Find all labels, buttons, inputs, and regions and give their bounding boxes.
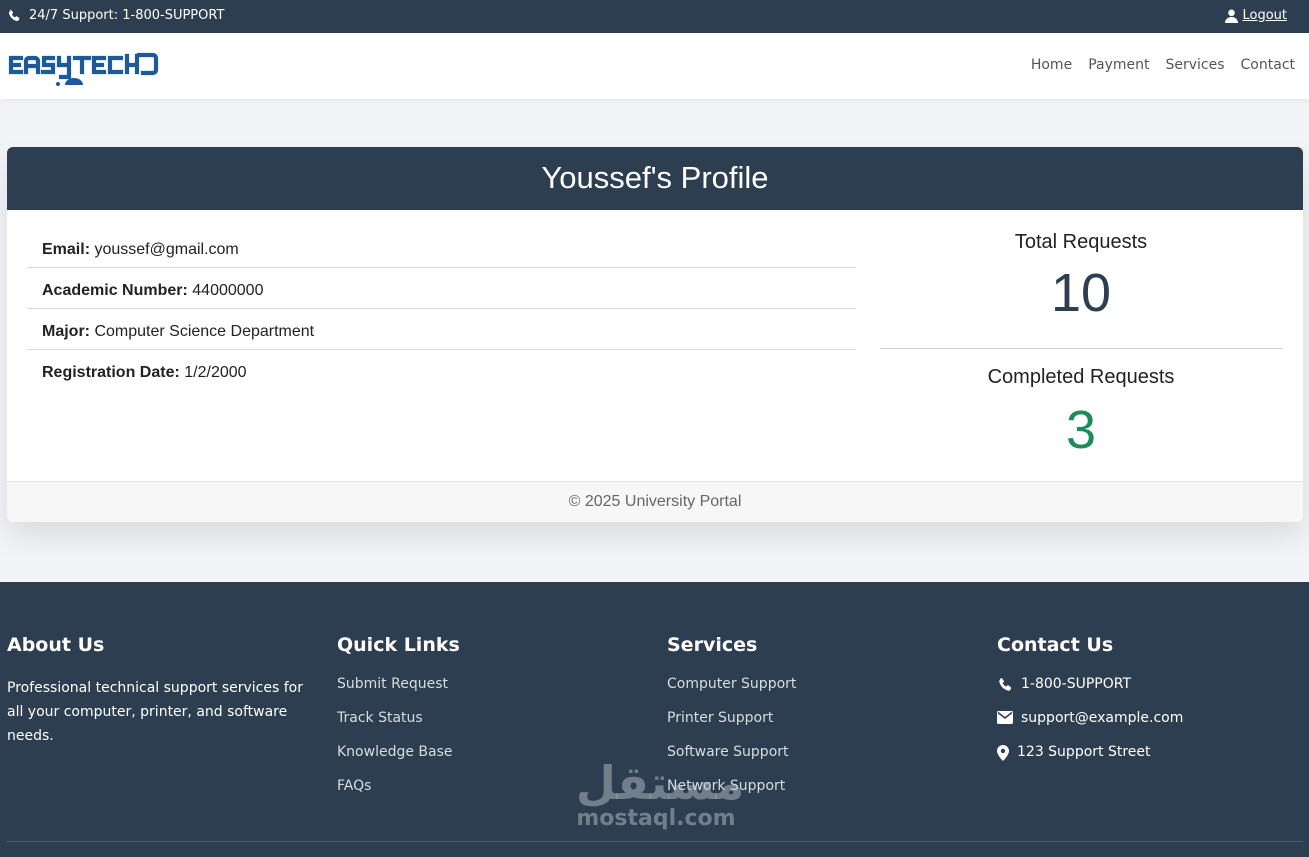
user-icon bbox=[1225, 9, 1239, 23]
footer-contact-heading: Contact Us bbox=[997, 634, 1114, 656]
info-value: youssef@gmail.com bbox=[94, 241, 239, 258]
envelope-icon bbox=[997, 711, 1013, 724]
logout-control[interactable]: Logout bbox=[1225, 8, 1287, 23]
footer-contact-email: support@example.com bbox=[997, 710, 1183, 744]
info-row-major: Major: Computer Science Department bbox=[27, 309, 856, 350]
profile-info-list: Email: youssef@gmail.com Academic Number… bbox=[27, 227, 856, 391]
footer-link-submit-request[interactable]: Submit Request bbox=[337, 676, 460, 710]
footer-contact-phone: 1-800-SUPPORT bbox=[997, 676, 1183, 710]
info-label: Registration Date: bbox=[42, 364, 180, 381]
total-requests-value: 10 bbox=[1050, 263, 1112, 323]
support-info: 24/7 Support: 1-800-SUPPORT bbox=[7, 8, 224, 23]
stats-divider bbox=[880, 348, 1282, 349]
nav-services[interactable]: Services bbox=[1165, 57, 1224, 73]
top-bar: 24/7 Support: 1-800-SUPPORT Logout bbox=[0, 0, 1309, 33]
watermark-arabic: مستقل bbox=[576, 756, 745, 810]
request-stats: Total Requests 10 Completed Requests 3 bbox=[880, 227, 1282, 457]
info-row-email: Email: youssef@gmail.com bbox=[27, 227, 856, 268]
footer-contact: Contact Us 1-800-SUPPORT support@example… bbox=[997, 634, 1183, 778]
completed-requests-stat: Completed Requests 3 bbox=[880, 366, 1282, 457]
footer-link-track-status[interactable]: Track Status bbox=[337, 710, 460, 744]
footer-about-text: Professional technical support services … bbox=[7, 680, 303, 744]
footer-quick-links: Quick Links Submit Request Track Status … bbox=[337, 634, 460, 812]
info-label: Academic Number: bbox=[42, 282, 188, 299]
footer-address-text: 123 Support Street bbox=[1017, 744, 1151, 760]
footer-phone-text: 1-800-SUPPORT bbox=[1021, 676, 1132, 692]
navbar: Home Payment Services Contact bbox=[0, 33, 1309, 99]
site-footer: About Us Professional technical support … bbox=[0, 582, 1309, 857]
profile-title: Youssef's Profile bbox=[541, 160, 769, 195]
footer-link-knowledge-base[interactable]: Knowledge Base bbox=[337, 744, 460, 778]
profile-card: Youssef's Profile Email: youssef@gmail.c… bbox=[7, 147, 1303, 522]
completed-requests-value: 3 bbox=[1065, 400, 1097, 460]
footer-about-heading: About Us bbox=[7, 634, 105, 656]
footer-link-printer-support[interactable]: Printer Support bbox=[667, 710, 796, 744]
easytech-logo[interactable] bbox=[7, 45, 159, 87]
logout-link[interactable]: Logout bbox=[1242, 8, 1287, 23]
mostaql-watermark: مستقل mostaql.com bbox=[576, 756, 745, 831]
info-row-academic-number: Academic Number: 44000000 bbox=[27, 268, 856, 309]
footer-email-text: support@example.com bbox=[1021, 710, 1184, 726]
footer-link-faqs[interactable]: FAQs bbox=[337, 778, 460, 812]
nav-contact[interactable]: Contact bbox=[1241, 57, 1295, 73]
info-value: 1/2/2000 bbox=[184, 364, 247, 381]
footer-link-computer-support[interactable]: Computer Support bbox=[667, 676, 796, 710]
info-label: Email: bbox=[42, 241, 91, 258]
info-value: 44000000 bbox=[192, 282, 264, 299]
completed-requests-label: Completed Requests bbox=[987, 366, 1175, 388]
profile-card-header: Youssef's Profile bbox=[7, 147, 1303, 210]
footer-quick-links-heading: Quick Links bbox=[337, 634, 460, 656]
footer-about: About Us Professional technical support … bbox=[7, 634, 307, 748]
support-text: 24/7 Support: 1-800-SUPPORT bbox=[29, 8, 225, 23]
watermark-latin: mostaql.com bbox=[576, 806, 736, 831]
total-requests-stat: Total Requests 10 bbox=[880, 227, 1282, 320]
footer-contact-address: 123 Support Street bbox=[997, 744, 1183, 778]
info-value: Computer Science Department bbox=[94, 323, 315, 340]
map-pin-icon bbox=[997, 745, 1009, 761]
info-row-registration-date: Registration Date: 1/2/2000 bbox=[27, 350, 856, 391]
phone-icon bbox=[999, 678, 1012, 691]
total-requests-label: Total Requests bbox=[1014, 231, 1148, 253]
nav-payment[interactable]: Payment bbox=[1088, 57, 1149, 73]
footer-divider bbox=[7, 841, 1303, 842]
nav-links: Home Payment Services Contact bbox=[1031, 57, 1295, 73]
nav-home[interactable]: Home bbox=[1031, 57, 1072, 73]
footer-services-heading: Services bbox=[667, 634, 758, 656]
profile-card-footer: © 2025 University Portal bbox=[7, 481, 1303, 522]
phone-icon bbox=[8, 9, 20, 21]
info-label: Major: bbox=[42, 323, 90, 340]
